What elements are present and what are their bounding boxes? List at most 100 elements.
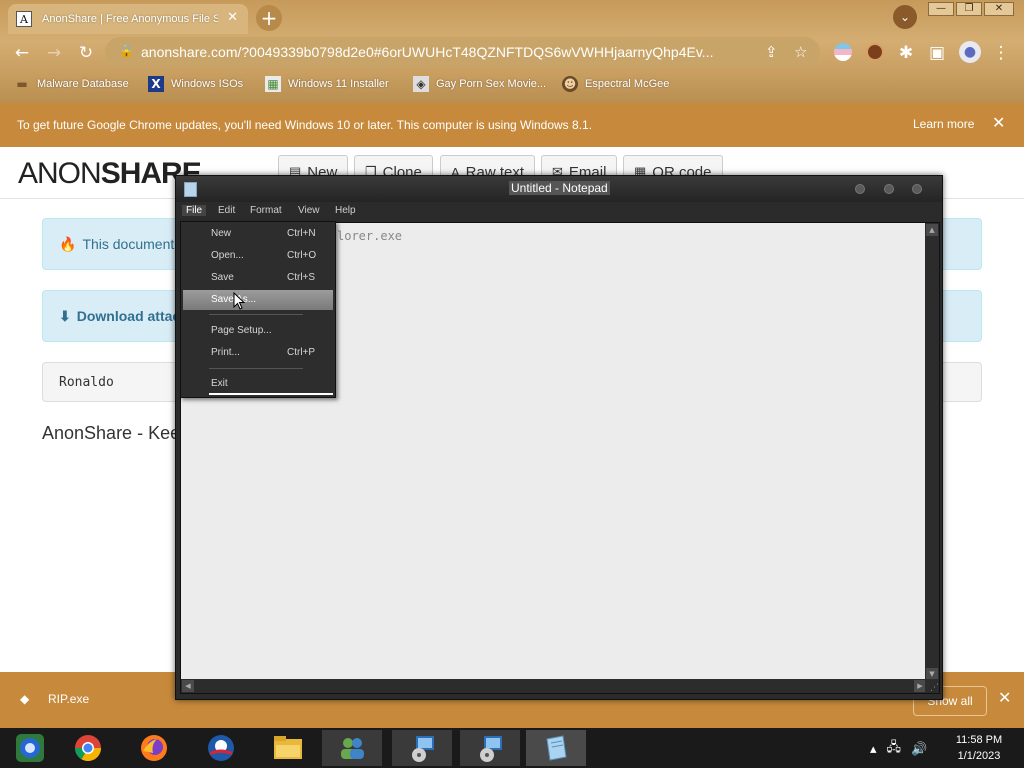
close-window-button[interactable]: ✕ xyxy=(984,2,1014,16)
notepad-title: Untitled - Notepad xyxy=(509,181,610,195)
back-arrow-icon[interactable]: ← xyxy=(11,42,33,64)
chrome-icon xyxy=(74,735,102,762)
taskbar-firefox[interactable] xyxy=(124,730,184,766)
vertical-scrollbar[interactable]: ▲ ▼ xyxy=(925,223,939,681)
menu-help[interactable]: Help xyxy=(331,205,360,216)
notepad-maximize-button[interactable] xyxy=(884,184,894,194)
download-text: Download attac xyxy=(76,308,181,324)
tab-close-icon[interactable]: ✕ xyxy=(227,10,238,25)
tab-title: AnonShare | Free Anonymous File Sharing xyxy=(42,13,218,25)
menu-item-new-label: New xyxy=(211,228,232,239)
menu-item-save-as[interactable]: Save As... xyxy=(183,290,333,310)
update-infobar: To get future Google Chrome updates, you… xyxy=(0,103,1024,147)
extensions-puzzle-icon[interactable]: ✱ xyxy=(895,42,917,64)
resize-grip-icon[interactable]: ⋰ xyxy=(925,679,939,693)
scroll-left-icon[interactable]: ◀ xyxy=(182,680,194,692)
menu-view[interactable]: View xyxy=(294,205,324,216)
site-icon: ◈ xyxy=(413,76,429,92)
tray-chevron-icon[interactable]: ▴ xyxy=(870,742,877,757)
bookmark-windows-11-installer[interactable]: ▦ Windows 11 Installer xyxy=(265,73,389,95)
menu-item-save-label: Save xyxy=(211,272,234,283)
notepad-titlebar[interactable]: Untitled - Notepad xyxy=(176,176,942,202)
trans-flag-extension-icon[interactable] xyxy=(834,43,852,61)
menu-item-print[interactable]: Print... Ctrl+P xyxy=(183,343,333,363)
browser-tab[interactable]: A AnonShare | Free Anonymous File Sharin… xyxy=(8,4,248,34)
minimize-button[interactable]: — xyxy=(928,2,954,16)
new-tab-button[interactable]: + xyxy=(256,5,282,31)
browser-frame: A AnonShare | Free Anonymous File Sharin… xyxy=(0,0,1024,103)
clock-date: 1/1/2023 xyxy=(957,750,1001,762)
bookmark-malware-database[interactable]: ▬ Malware Database xyxy=(14,73,128,95)
download-bar-close-icon[interactable]: ✕ xyxy=(998,688,1011,707)
taskbar-chrome[interactable] xyxy=(58,730,118,766)
maximize-button[interactable]: ❐ xyxy=(956,2,982,16)
mouse-cursor-icon xyxy=(233,292,245,310)
download-icon: ⬇ xyxy=(59,307,71,324)
infobar-close-icon[interactable]: ✕ xyxy=(992,113,1005,132)
menu-item-new-shortcut: Ctrl+N xyxy=(287,228,316,239)
file-icon: ◆ xyxy=(20,692,30,706)
bookmark-espectral-mcgee[interactable]: ☻ Espectral McGee xyxy=(562,73,669,95)
horizontal-scrollbar[interactable]: ◀ ▶ xyxy=(181,679,927,693)
menu-format[interactable]: Format xyxy=(246,205,286,216)
bookmark-windows-isos[interactable]: X Windows ISOs xyxy=(148,73,243,95)
menu-kebab-icon[interactable]: ⋮ xyxy=(990,42,1012,64)
windows-taskbar: ▴ 🖧 🔊 11:58 PM 1/1/2023 xyxy=(0,728,1024,768)
learn-more-link[interactable]: Learn more xyxy=(913,117,974,131)
infobar-message: To get future Google Chrome updates, you… xyxy=(17,118,593,132)
setup-icon xyxy=(412,736,434,762)
menu-item-exit-label: Exit xyxy=(211,378,228,389)
address-bar[interactable]: 🔒 anonshare.com/?0049339b0798d2e0#6orUWU… xyxy=(105,37,820,67)
taskbar-setup-2[interactable] xyxy=(460,730,520,766)
menu-item-page-setup-label: Page Setup... xyxy=(211,325,272,336)
file-explorer-icon xyxy=(274,736,302,759)
menu-edit[interactable]: Edit xyxy=(214,205,239,216)
menu-item-open[interactable]: Open... Ctrl+O xyxy=(183,246,333,266)
logo-light-text: ANON xyxy=(18,157,102,190)
menu-file[interactable]: File xyxy=(182,205,207,216)
forward-arrow-icon[interactable]: → xyxy=(43,42,65,64)
volume-icon[interactable]: 🔊 xyxy=(911,742,927,757)
menu-item-print-shortcut: Ctrl+P xyxy=(287,347,316,358)
url-text[interactable]: anonshare.com/?0049339b0798d2e0#6orUWUHc… xyxy=(141,44,753,60)
site-logo[interactable]: ANONSHARE xyxy=(18,157,202,191)
taskbar-obama-logo[interactable] xyxy=(191,730,251,766)
menu-separator xyxy=(209,368,303,369)
side-panel-icon[interactable]: ▣ xyxy=(926,42,948,64)
menu-item-print-label: Print... xyxy=(211,347,240,358)
clock-time: 11:58 PM xyxy=(955,734,1003,746)
notepad-minimize-button[interactable] xyxy=(855,184,865,194)
taskbar-notepad[interactable] xyxy=(526,730,586,766)
bookmark-site[interactable]: ◈ Gay Porn Sex Movie... xyxy=(413,73,546,95)
footer-tagline: AnonShare - Kee xyxy=(42,423,181,443)
reload-icon[interactable]: ↻ xyxy=(75,42,97,64)
network-icon[interactable]: 🖧 xyxy=(887,738,902,760)
menu-item-exit[interactable]: Exit xyxy=(183,374,333,394)
taskbar-users[interactable] xyxy=(322,730,382,766)
menu-bottom-edge xyxy=(209,393,333,395)
system-tray: ▴ 🖧 🔊 xyxy=(870,738,927,760)
menu-item-save[interactable]: Save Ctrl+S xyxy=(183,268,333,288)
bookmark-star-icon[interactable]: ☆ xyxy=(794,43,807,61)
profile-icon[interactable]: ● xyxy=(959,41,981,63)
taskbar-setup-1[interactable] xyxy=(392,730,452,766)
share-icon[interactable]: ⇪ xyxy=(765,43,778,61)
taskbar-chrome-old[interactable] xyxy=(0,730,60,766)
notepad-close-button[interactable] xyxy=(912,184,922,194)
document-text: Ronaldo xyxy=(59,374,114,390)
menu-item-page-setup[interactable]: Page Setup... xyxy=(183,321,333,341)
fire-icon: 🔥 xyxy=(59,235,77,252)
menu-item-open-shortcut: Ctrl+O xyxy=(287,250,317,261)
taskbar-file-explorer[interactable] xyxy=(258,730,318,766)
tab-search-chevron-icon[interactable]: ⌄ xyxy=(893,5,917,29)
notepad-icon xyxy=(546,735,567,761)
taskbar-clock[interactable]: 11:58 PM 1/1/2023 xyxy=(944,732,1014,764)
alert-text: This document w xyxy=(82,236,189,252)
scroll-up-icon[interactable]: ▲ xyxy=(926,224,938,236)
menu-item-new[interactable]: New Ctrl+N xyxy=(183,224,333,244)
avatar-extension-icon[interactable] xyxy=(866,43,884,61)
menu-item-open-label: Open... xyxy=(211,250,244,261)
notepad-app-icon[interactable] xyxy=(184,182,197,197)
download-item[interactable]: ◆ RIP.exe xyxy=(20,692,89,706)
folder-icon: ▬ xyxy=(16,77,28,91)
